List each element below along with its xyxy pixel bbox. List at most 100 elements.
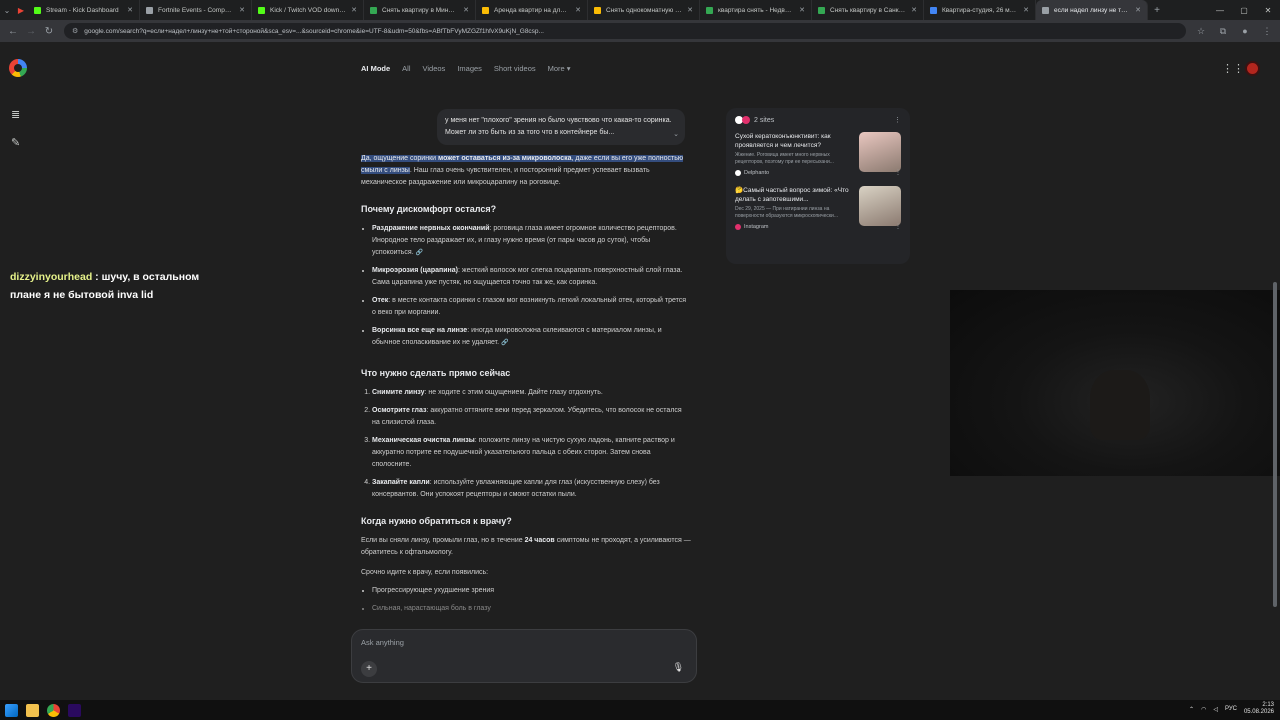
tab-close-icon[interactable]: ✕ <box>351 6 357 14</box>
avatar[interactable] <box>1245 61 1260 76</box>
chrome-icon[interactable] <box>47 703 60 717</box>
tab-favicon-icon <box>930 6 937 14</box>
windows-start-icon[interactable] <box>5 703 18 717</box>
doctor-text-a: Если вы сняли линзу, промыли глаз, но в … <box>361 537 525 544</box>
menu-icon[interactable]: ⋮ <box>1258 26 1276 37</box>
youtube-pinned-icon[interactable]: ▶ <box>14 6 28 15</box>
tab-close-icon[interactable]: ✕ <box>1135 6 1141 14</box>
expand-chevron-icon[interactable]: ⌄ <box>673 129 679 141</box>
tab-close-icon[interactable]: ✕ <box>911 6 917 14</box>
source-thumbnail[interactable] <box>859 186 901 226</box>
steps-list: Снимите линзу: не ходите с этим ощущение… <box>361 387 691 501</box>
google-logo[interactable] <box>9 59 27 77</box>
new-tab-button[interactable]: + <box>1148 5 1166 16</box>
source-site: Delphanto <box>735 170 853 176</box>
step-title: Осмотрите глаз <box>372 407 427 414</box>
source-card[interactable]: 🤔Самый частый вопрос зимой: «Что делать … <box>735 186 901 230</box>
tab-close-icon[interactable]: ✕ <box>127 6 133 14</box>
add-attachment-button[interactable]: + <box>361 661 377 677</box>
step-item: Закапайте капли: используйте увлажняющие… <box>372 477 691 501</box>
profile-icon[interactable]: ● <box>1236 26 1254 37</box>
step-title: Закапайте капли <box>372 479 430 486</box>
source-title[interactable]: Сухой кератоконъюнктивит: как проявляетс… <box>735 132 853 150</box>
tab-images[interactable]: Images <box>457 64 482 73</box>
scrollbar[interactable] <box>1273 282 1277 607</box>
user-query-bubble[interactable]: у меня нет "плохого" зрения но было чувс… <box>437 109 685 145</box>
ai-answer: Да, ощущение соринки может оставаться из… <box>361 153 691 621</box>
premiere-pro-icon[interactable] <box>68 703 81 717</box>
taskbar <box>0 700 1280 720</box>
tab-close-icon[interactable]: ✕ <box>575 6 581 14</box>
tray-chevron-icon[interactable]: ⌃ <box>1189 706 1194 713</box>
tab-close-icon[interactable]: ✕ <box>687 6 693 14</box>
ask-input[interactable] <box>361 638 661 647</box>
tab-close-icon[interactable]: ✕ <box>239 6 245 14</box>
sources-header[interactable]: 2 sites ⋮ <box>735 116 901 124</box>
maximize-icon[interactable]: ▢ <box>1232 6 1256 15</box>
tab-favicon-icon <box>482 6 489 14</box>
tab-more[interactable]: More ▾ <box>548 64 571 73</box>
tab-close-icon[interactable]: ✕ <box>1023 6 1029 14</box>
tab-close-icon[interactable]: ✕ <box>463 6 469 14</box>
source-card[interactable]: Сухой кератоконъюнктивит: как проявляетс… <box>735 132 901 176</box>
urgent-label: Срочно идите к врачу, если появились: <box>361 569 489 576</box>
system-tray: ⌃ ◠ ◁ РУС 2:13 05.08.2026 <box>1189 702 1274 716</box>
site-favicon-icon <box>735 170 741 176</box>
source-title[interactable]: 🤔Самый частый вопрос зимой: «Что делать … <box>735 186 853 204</box>
tab-close-icon[interactable]: ✕ <box>799 6 805 14</box>
source-more-icon[interactable]: ⋮ <box>895 223 901 230</box>
reason-title: Ворсинка все еще на линзе <box>372 327 468 334</box>
heading-why: Почему дискомфорт остался? <box>361 204 497 214</box>
address-bar[interactable]: ⚙ google.com/search?q=если+надел+линзу+н… <box>64 23 1186 39</box>
browser-tab[interactable]: Снять однокомнатную квар ✕ <box>588 0 700 20</box>
chat-line-1: : шучу, в остальном <box>92 271 200 283</box>
tab-title: Аренда квартир на длитель <box>494 6 571 14</box>
heading-doctor: Когда нужно обратиться к врачу? <box>361 516 512 526</box>
more-options-icon[interactable]: ⋮ <box>894 116 901 124</box>
reload-icon[interactable]: ↻ <box>40 26 58 37</box>
minimize-icon[interactable]: — <box>1208 6 1232 15</box>
instagram-favicon <box>742 116 750 124</box>
browser-tab[interactable]: Аренда квартир на длитель ✕ <box>476 0 588 20</box>
browser-tab[interactable]: Снять квартиру в Минске н ✕ <box>364 0 476 20</box>
new-chat-icon[interactable]: ✎ <box>11 136 20 149</box>
source-snippet: Жжение. Роговица имеет много нервных рец… <box>735 152 834 165</box>
back-icon[interactable]: ← <box>4 26 22 37</box>
tab-search-icon[interactable]: ⌄ <box>0 6 14 15</box>
source-thumbnail[interactable] <box>859 132 901 172</box>
tab-favicon-icon <box>258 6 265 14</box>
ask-box: + 🎙 <box>351 629 697 683</box>
browser-tab[interactable]: квартира снять - Недвижим ✕ <box>700 0 812 20</box>
browser-tab[interactable]: Fortnite Events - Competitiv ✕ <box>140 0 252 20</box>
forward-icon[interactable]: → <box>22 26 40 37</box>
sources-panel: 2 sites ⋮ Сухой кератоконъюнктивит: как … <box>726 108 910 264</box>
tab-all[interactable]: All <box>402 64 410 73</box>
clock-date: 05.08.2026 <box>1243 709 1274 715</box>
file-explorer-icon[interactable] <box>26 703 39 717</box>
volume-icon[interactable]: ◁ <box>1213 706 1218 713</box>
citation-link-icon[interactable]: 🔗 <box>501 340 508 346</box>
tab-short-videos[interactable]: Short videos <box>494 64 536 73</box>
wifi-icon[interactable]: ◠ <box>1201 706 1206 713</box>
clock[interactable]: 2:13 05.08.2026 <box>1244 702 1274 716</box>
browser-tab[interactable]: если надел линзу не той ст ✕ <box>1036 0 1148 20</box>
citation-link-icon[interactable]: 🔗 <box>416 250 423 256</box>
browser-tab[interactable]: Квартира-студия, 26 м², 24 ✕ <box>924 0 1036 20</box>
site-info-icon[interactable]: ⚙ <box>72 27 78 35</box>
toolbar: ← → ↻ ⚙ google.com/search?q=если+надел+л… <box>0 20 1280 42</box>
tab-ai-mode[interactable]: AI Mode <box>361 64 390 73</box>
browser-tab[interactable]: Kick / Twitch VOD download ✕ <box>252 0 364 20</box>
microphone-icon[interactable]: 🎙 <box>673 662 684 673</box>
language-indicator[interactable]: РУС <box>1225 706 1237 712</box>
tab-videos[interactable]: Videos <box>423 64 446 73</box>
browser-tab[interactable]: Stream - Kick Dashboard ✕ <box>28 0 140 20</box>
tab-favicon-icon <box>706 6 713 14</box>
browser-tab[interactable]: Снять квартиру в Санкт-Пе ✕ <box>812 0 924 20</box>
bookmark-star-icon[interactable]: ☆ <box>1192 26 1210 37</box>
extensions-icon[interactable]: ⧉ <box>1214 26 1232 37</box>
apps-grid-icon[interactable]: ⋮⋮ <box>1222 62 1244 75</box>
source-more-icon[interactable]: ⋮ <box>895 169 901 176</box>
tab-favicon-icon <box>818 6 825 14</box>
close-window-icon[interactable]: ✕ <box>1256 6 1280 15</box>
history-icon[interactable]: ≣ <box>11 108 20 121</box>
